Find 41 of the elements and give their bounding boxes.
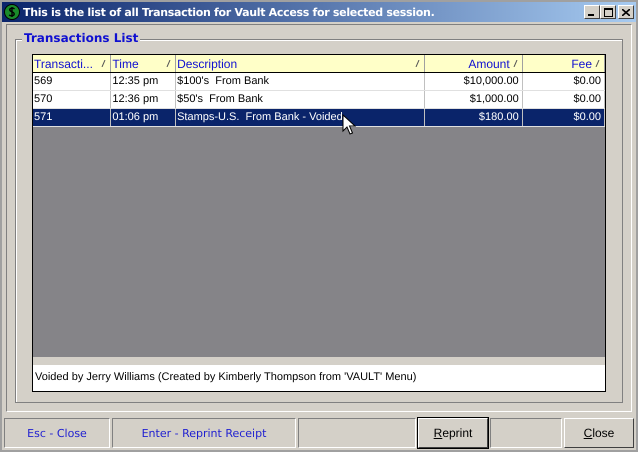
table-cell: 569 bbox=[33, 73, 112, 90]
table-row[interactable]: 570 12:36 pm $50's From Bank $1,000.00 $0.00 bbox=[33, 91, 605, 109]
sort-icon bbox=[101, 60, 106, 67]
cursor-icon bbox=[342, 114, 356, 136]
table-cell: 12:35 pm bbox=[111, 73, 176, 90]
table-cell: $0.00 bbox=[522, 91, 605, 108]
sort-icon bbox=[595, 60, 600, 67]
column-header[interactable]: Amount bbox=[424, 55, 523, 72]
column-header[interactable]: Time bbox=[111, 55, 176, 72]
status-panel bbox=[490, 418, 562, 448]
table-cell: 01:06 pm bbox=[111, 109, 176, 126]
sort-icon bbox=[414, 60, 420, 67]
table-row[interactable]: 571 01:06 pm Stamps-U.S. From Bank - Voided $180.00 $0.00 bbox=[33, 109, 605, 127]
table-cell: 570 bbox=[33, 91, 112, 108]
minimize-button[interactable] bbox=[584, 5, 600, 19]
close-button[interactable] bbox=[618, 5, 634, 19]
table-cell: $180.00 bbox=[424, 109, 523, 126]
table-cell: $0.00 bbox=[522, 109, 605, 126]
table-cell: $0.00 bbox=[522, 73, 605, 90]
dollar-coin-icon bbox=[4, 4, 20, 20]
table-cell: $1,000.00 bbox=[424, 91, 523, 108]
window-title: This is the list of all Transaction for Vault Access for selected session. bbox=[23, 6, 434, 18]
reprint-button[interactable]: Reprint bbox=[418, 418, 488, 448]
sort-icon bbox=[166, 60, 172, 67]
column-header[interactable]: Fee bbox=[522, 55, 605, 72]
shortcut-hint: Esc - Close bbox=[4, 418, 110, 448]
column-header[interactable]: Transacti... bbox=[33, 55, 112, 72]
close-icon bbox=[622, 8, 630, 16]
maximize-button[interactable] bbox=[600, 5, 616, 19]
table-cell: $100's From Bank bbox=[176, 73, 425, 90]
sort-icon bbox=[512, 60, 518, 67]
table-cell: 571 bbox=[33, 109, 112, 126]
column-header[interactable]: Description bbox=[176, 55, 425, 72]
table-cell: $10,000.00 bbox=[424, 73, 523, 90]
group-title: Transactions List bbox=[22, 31, 140, 45]
close-dialog-button[interactable]: Close bbox=[564, 418, 634, 448]
table-cell: $50's From Bank bbox=[176, 91, 425, 108]
table-cell: 12:36 pm bbox=[111, 91, 176, 108]
table-row[interactable]: 569 12:35 pm $100's From Bank $10,000.00 $0.00 bbox=[33, 73, 605, 91]
shortcut-hint: Enter - Reprint Receipt bbox=[112, 418, 296, 448]
maximize-icon bbox=[604, 8, 612, 16]
